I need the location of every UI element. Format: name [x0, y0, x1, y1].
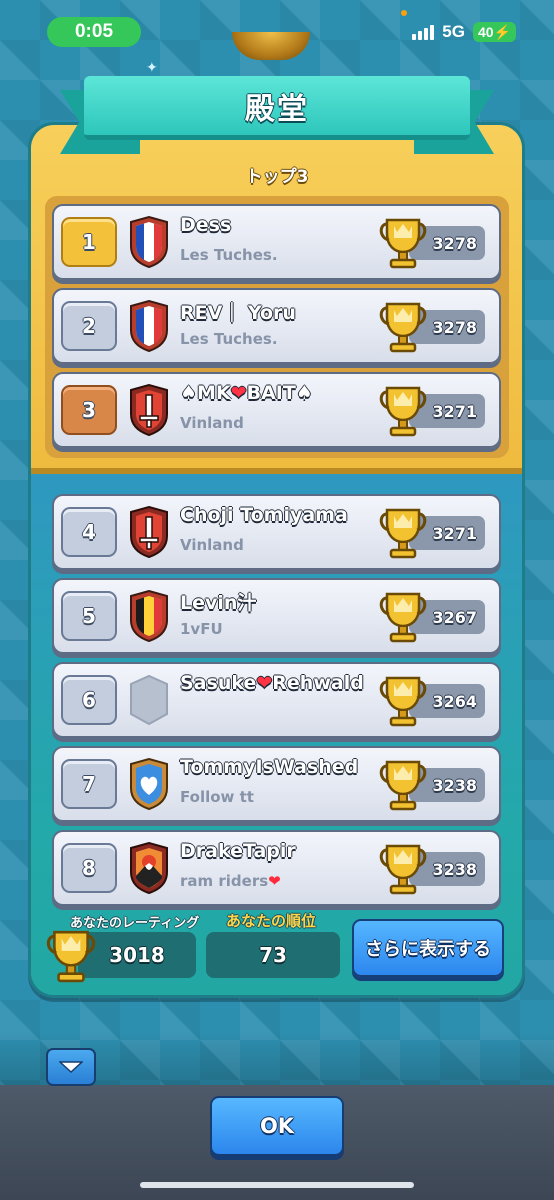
title-ribbon: 殿堂 [84, 76, 470, 140]
status-right: 5G 40 ⚡ [412, 22, 516, 42]
heart-badge-icon [127, 758, 171, 810]
ok-button[interactable]: OK [210, 1096, 344, 1156]
privacy-indicator-icon [401, 10, 407, 16]
rating-trophy-icon [44, 925, 98, 985]
player-name: ♠MK❤BAIT♠ [180, 382, 313, 404]
chevron-down-icon [59, 1061, 83, 1073]
trophy-icon [377, 756, 429, 812]
show-more-button[interactable]: さらに表示する [352, 919, 504, 977]
sparkle-icon: ✦ [146, 60, 158, 76]
rank-number: 1 [61, 217, 117, 267]
trophy-icon [377, 588, 429, 644]
clan-name: Vinland [180, 536, 244, 554]
french-flag-badge-icon [127, 300, 171, 352]
leaderboard-row[interactable]: 8 DrakeTapir ram riders❤ 3238 [52, 830, 501, 906]
heart-icon: ❤ [230, 382, 247, 404]
rank-number: 6 [61, 675, 117, 725]
mountain-badge-icon [127, 842, 171, 894]
rank-number: 2 [61, 301, 117, 351]
heart-icon: ❤ [256, 672, 273, 694]
empty-badge-icon [127, 674, 171, 726]
collapse-button[interactable] [46, 1048, 96, 1086]
battery-level: 40 [477, 24, 494, 40]
leaderboard-row[interactable]: 2 REV｜ Yoru Les Tuches. 3278 [52, 288, 501, 364]
leaderboard-row[interactable]: 5 Levin汁 1vFU 3267 [52, 578, 501, 654]
player-name: Dess [180, 214, 232, 236]
clan-name: 1vFU [180, 620, 223, 638]
home-indicator[interactable] [140, 1182, 414, 1188]
player-name-part: ♠MK [180, 382, 231, 404]
leaderboard-row[interactable]: 6 Sasuke❤Rehwald 3264 [52, 662, 501, 738]
status-time: 0:05 [47, 17, 141, 47]
leaderboard-row[interactable]: 4 Choji Tomiyama Vinland 3271 [52, 494, 501, 570]
clan-name: ram riders❤ [180, 872, 281, 890]
belgian-flag-badge-icon [127, 590, 171, 642]
player-name-part: Rehwald [272, 672, 364, 694]
leaderboard-row[interactable]: 1 Dess Les Tuches. 3278 [52, 204, 501, 280]
leaderboard-row[interactable]: 3 ♠MK❤BAIT♠ Vinland 3271 [52, 372, 501, 448]
trophy-icon [377, 214, 429, 270]
leaderboard-row[interactable]: 7 TommyIsWashed Follow tt 3238 [52, 746, 501, 822]
player-name: REV｜ Yoru [180, 302, 296, 324]
rank-number: 3 [61, 385, 117, 435]
your-rank-label: あなたの順位 [226, 912, 317, 930]
trophy-icon [377, 672, 429, 728]
player-name: DrakeTapir [180, 840, 296, 862]
page-title: 殿堂 [245, 91, 309, 127]
clan-name-part: ram riders [180, 872, 269, 890]
rank-number: 4 [61, 507, 117, 557]
player-name: TommyIsWashed [180, 756, 359, 778]
trophy-icon [377, 382, 429, 438]
sword-badge-icon [127, 384, 171, 436]
trophy-icon [377, 298, 429, 354]
charging-icon: ⚡ [493, 23, 511, 40]
rank-number: 5 [61, 591, 117, 641]
sword-badge-icon [127, 506, 171, 558]
clan-name: Les Tuches. [180, 330, 278, 348]
signal-icon [412, 24, 435, 40]
network-label: 5G [442, 22, 465, 41]
player-name: Levin汁 [180, 592, 257, 614]
top3-label: トップ3 [245, 167, 309, 187]
player-name-part: Sasuke [180, 672, 257, 694]
clan-name: Follow tt [180, 788, 254, 806]
battery-icon: 40 ⚡ [472, 22, 516, 42]
rank-number: 7 [61, 759, 117, 809]
player-name: Sasuke❤Rehwald [180, 672, 364, 694]
rank-number: 8 [61, 843, 117, 893]
your-rank-value: 73 [206, 932, 340, 978]
player-name: Choji Tomiyama [180, 504, 348, 526]
french-flag-badge-icon [127, 216, 171, 268]
clan-name: Les Tuches. [180, 246, 278, 264]
clan-name: Vinland [180, 414, 244, 432]
heart-icon: ❤ [268, 872, 281, 890]
trophy-icon [377, 840, 429, 896]
player-name-part: BAIT♠ [246, 382, 313, 404]
trophy-icon [377, 504, 429, 560]
